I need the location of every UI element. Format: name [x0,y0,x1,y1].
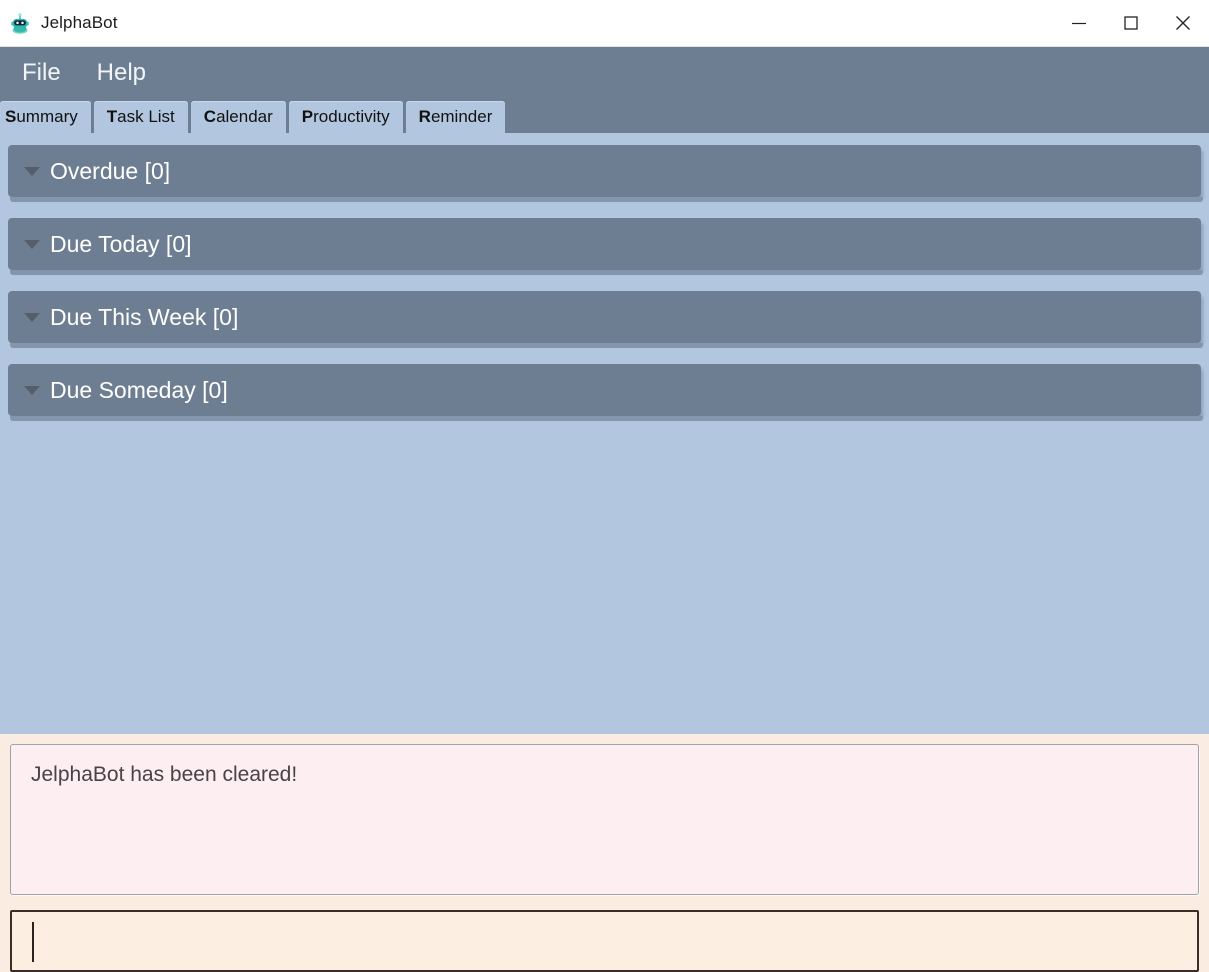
menu-bar: File Help [0,47,1209,99]
tab-reminder[interactable]: Reminder [405,101,506,133]
chevron-down-icon [24,239,40,249]
maximize-icon[interactable] [1105,0,1157,46]
group-due-today-label: Due Today [0] [50,230,192,257]
output-box: JelphaBot has been cleared! [10,744,1199,895]
tab-productivity[interactable]: Productivity [288,101,403,133]
close-icon[interactable] [1157,0,1209,46]
group-overdue[interactable]: Overdue [0] [8,145,1203,202]
title-bar-left: JelphaBot [0,12,118,34]
group-due-this-week-label: Due This Week [0] [50,303,239,330]
tab-productivity-label: roductivity [313,107,390,126]
text-caret [32,922,34,962]
output-message: JelphaBot has been cleared! [31,763,298,786]
tab-summary-label: ummary [16,107,78,126]
tab-productivity-mnemonic: P [301,107,314,126]
command-input[interactable] [10,910,1199,972]
group-due-someday[interactable]: Due Someday [0] [8,364,1203,421]
tab-calendar-mnemonic: C [203,107,217,126]
summary-panel: Overdue [0] Due Today [0] Due This Week … [0,133,1209,734]
window-title: JelphaBot [41,13,118,32]
group-due-today[interactable]: Due Today [0] [8,218,1203,275]
tab-calendar-label: alendar [216,107,273,126]
tab-summary-mnemonic: S [5,107,17,126]
tab-task-list-mnemonic: T [106,107,118,126]
menu-item-file[interactable]: File [18,59,65,87]
robot-icon [9,12,31,34]
app-window: JelphaBot File Help S ummary T ask List … [0,0,1209,972]
minimize-icon[interactable] [1053,0,1105,46]
tab-summary[interactable]: Summary [0,101,91,133]
title-bar: JelphaBot [0,0,1209,47]
tab-strip: Summary Task List Calendar Productivity … [0,99,1209,133]
group-due-this-week[interactable]: Due This Week [0] [8,291,1203,348]
tab-task-list[interactable]: Task List [93,101,188,133]
tab-reminder-mnemonic: R [418,107,431,126]
input-wrap [10,910,1199,972]
tab-task-list-label: ask List [117,107,175,126]
tab-reminder-label: eminder [430,107,493,126]
group-due-someday-label: Due Someday [0] [50,376,228,403]
group-overdue-label: Overdue [0] [50,157,171,184]
menu-item-help[interactable]: Help [93,59,150,87]
chevron-down-icon [24,312,40,322]
window-controls [1053,0,1209,46]
tab-calendar[interactable]: Calendar [190,101,286,133]
chevron-down-icon [24,385,40,395]
bottom-area: JelphaBot has been cleared! [0,734,1209,972]
chevron-down-icon [24,166,40,176]
